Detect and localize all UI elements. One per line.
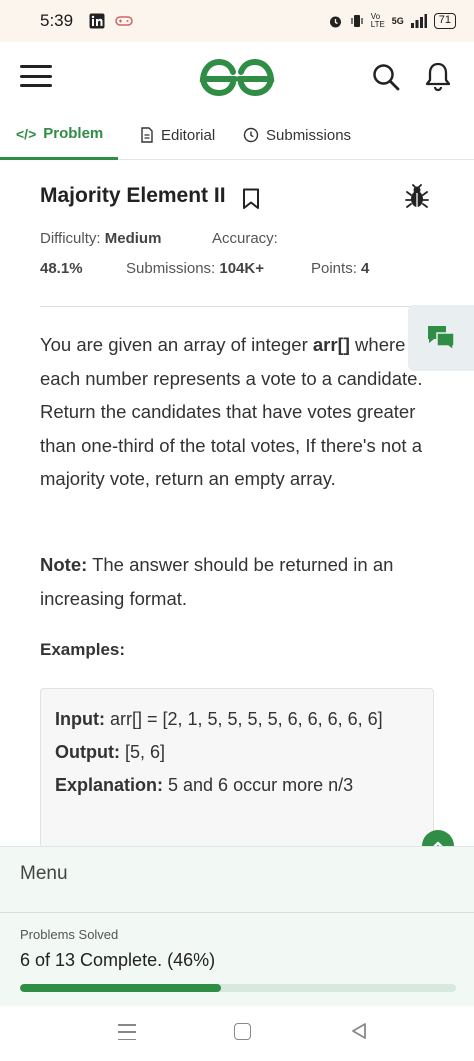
tab-problem-label: Problem [43, 125, 104, 142]
code-icon: </> [16, 125, 37, 142]
recent-apps-icon[interactable] [118, 1024, 136, 1040]
problem-note: Note: The answer should be returned in a… [40, 548, 440, 615]
note-label: Note: [40, 554, 88, 575]
points-label: Points: [311, 260, 357, 277]
problem-description: You are given an array of integer arr[] … [40, 334, 423, 489]
examples-heading: Examples: [40, 640, 126, 659]
chat-button[interactable] [408, 305, 474, 371]
tab-submissions-label: Submissions [266, 126, 352, 144]
bookmark-icon[interactable] [242, 188, 260, 210]
example-input-value: arr[] = [2, 1, 5, 5, 5, 5, 6, 6, 6, 6, 6… [104, 709, 383, 729]
problem-title: Majority Element II [40, 184, 226, 207]
vibrate-icon [351, 15, 363, 27]
home-icon[interactable] [234, 1023, 251, 1040]
inline-code: arr[] [312, 334, 350, 355]
submissions-label: Submissions: [126, 260, 216, 277]
note-text: The answer should be returned in an incr… [40, 554, 394, 609]
gfg-logo[interactable] [197, 52, 277, 100]
status-time: 5:39 [40, 11, 74, 30]
example-explanation-value: 5 and 6 occur more n/3 [163, 775, 354, 795]
problems-solved-text: 6 of 13 Complete. (46%) [20, 950, 216, 970]
submissions-value: 104K+ [219, 260, 264, 277]
tab-editorial-label: Editorial [161, 126, 216, 144]
system-nav-bar [0, 1006, 474, 1061]
tab-submissions[interactable]: Submissions [243, 110, 351, 160]
problems-solved-label: Problems Solved [20, 927, 119, 942]
network-indicator: 5G [391, 16, 404, 26]
bug-icon[interactable] [405, 184, 429, 210]
status-bar: 5:39 Vo LTE 5G 71 [0, 0, 474, 42]
accuracy-value: 48.1% [40, 260, 83, 277]
tab-editorial[interactable]: Editorial [140, 110, 215, 160]
bell-icon[interactable] [423, 60, 453, 92]
document-icon [141, 127, 153, 143]
problem-tabs: </> Problem Editorial Submissions [0, 110, 474, 160]
app-header [0, 42, 474, 110]
clock-icon [243, 127, 259, 143]
difficulty-value: Medium [104, 230, 162, 247]
menu-icon[interactable] [20, 65, 52, 87]
divider [40, 306, 434, 307]
example-explanation-label: Explanation: [55, 775, 164, 795]
progress-bar [20, 984, 456, 992]
signal-icon [410, 14, 427, 28]
points-value: 4 [361, 260, 370, 277]
search-icon[interactable] [371, 62, 401, 92]
tab-problem[interactable]: </> Problem [0, 110, 118, 160]
game-controller-icon [115, 16, 133, 26]
menu-panel: Menu Problems Solved 6 of 13 Complete. (… [0, 846, 474, 1006]
battery-icon: 71 [433, 13, 456, 29]
lte-indicator: Vo LTE [370, 12, 385, 29]
back-icon[interactable] [349, 1021, 369, 1041]
progress-fill [20, 984, 221, 992]
example-input-label: Input: [55, 709, 105, 729]
example-output-label: Output: [55, 742, 120, 762]
example-box: Input: arr[] = [2, 1, 5, 5, 5, 5, 6, 6, … [40, 688, 434, 868]
linkedin-icon [89, 13, 105, 29]
alarm-icon [329, 16, 341, 27]
example-output-value: [5, 6] [119, 742, 165, 762]
menu-title[interactable]: Menu [20, 863, 68, 885]
difficulty-label: Difficulty: [40, 230, 101, 247]
chat-icon [428, 326, 455, 352]
accuracy-label: Accuracy: [212, 230, 278, 247]
